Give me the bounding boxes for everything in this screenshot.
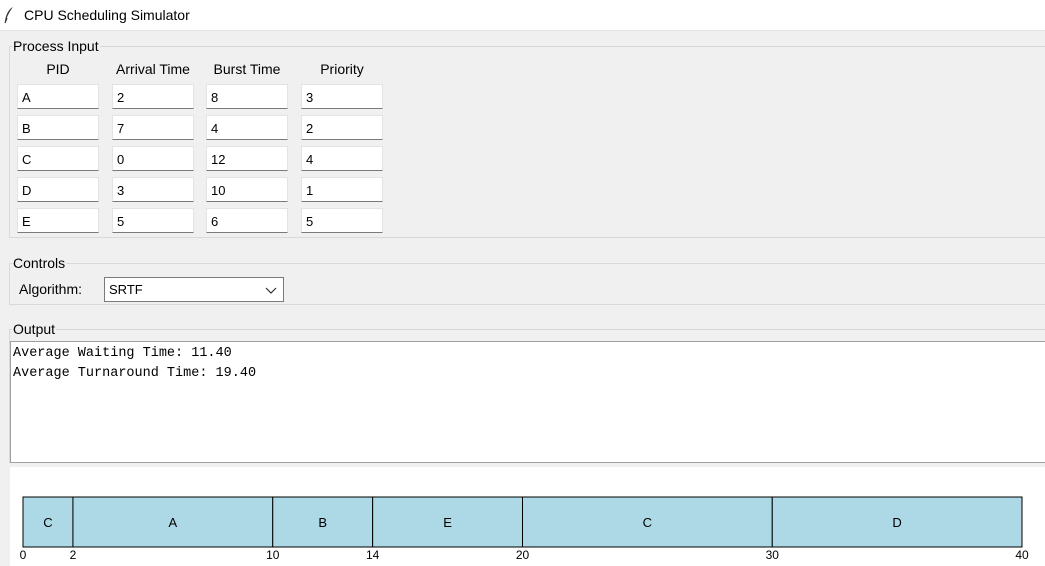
pid-field[interactable]: E [17, 208, 99, 233]
output-legend: Output [13, 321, 56, 337]
column-header-burst-time: Burst Time [213, 61, 281, 77]
gantt-chart: C A B E C D 0 2 10 14 20 30 40 [10, 467, 1045, 566]
arrival-time-field[interactable]: 5 [112, 208, 194, 233]
algorithm-label: Algorithm: [19, 281, 83, 297]
burst-time-field[interactable]: 10 [206, 177, 288, 202]
gantt-bar-label: C [643, 515, 652, 530]
gantt-bar-label: E [443, 515, 452, 530]
arrival-time-field[interactable]: 3 [112, 177, 194, 202]
gantt-tick-label: 0 [20, 548, 27, 562]
window-title: CPU Scheduling Simulator [24, 7, 190, 23]
column-header-priority: Priority [320, 61, 364, 77]
average-waiting-time-line: Average Waiting Time: 11.40 [13, 346, 232, 361]
pid-field[interactable]: D [17, 177, 99, 202]
gantt-tick-label: 10 [266, 548, 280, 562]
gantt-bar-label: D [892, 515, 901, 530]
title-bar: CPU Scheduling Simulator [0, 0, 1045, 31]
priority-field[interactable]: 4 [301, 146, 383, 171]
gantt-bar-label: A [169, 515, 178, 530]
priority-field[interactable]: 2 [301, 115, 383, 140]
gantt-chart-svg: C A B E C D 0 2 10 14 20 30 40 [20, 496, 1029, 562]
chevron-down-icon [265, 287, 277, 294]
process-input-legend: Process Input [13, 38, 99, 54]
algorithm-select[interactable]: SRTF [104, 277, 284, 302]
gantt-tick-label: 30 [766, 548, 780, 562]
gantt-tick-label: 14 [366, 548, 380, 562]
algorithm-value: SRTF [109, 282, 143, 297]
feather-icon [4, 7, 13, 24]
pid-field[interactable]: A [17, 84, 99, 109]
priority-field[interactable]: 5 [301, 208, 383, 233]
gantt-tick-label: 20 [516, 548, 530, 562]
priority-field[interactable]: 1 [301, 177, 383, 202]
pid-field[interactable]: B [17, 115, 99, 140]
arrival-time-field[interactable]: 2 [112, 84, 194, 109]
burst-time-field[interactable]: 8 [206, 84, 288, 109]
arrival-time-field[interactable]: 0 [112, 146, 194, 171]
gantt-tick-label: 2 [70, 548, 77, 562]
arrival-time-field[interactable]: 7 [112, 115, 194, 140]
controls-legend: Controls [13, 255, 66, 271]
gantt-tick-label: 40 [1015, 548, 1029, 562]
column-header-pid: PID [46, 61, 70, 77]
burst-time-field[interactable]: 4 [206, 115, 288, 140]
burst-time-field[interactable]: 6 [206, 208, 288, 233]
pid-field[interactable]: C [17, 146, 99, 171]
column-header-arrival-time: Arrival Time [116, 61, 190, 77]
gantt-bar-label: C [43, 515, 52, 530]
average-turnaround-time-line: Average Turnaround Time: 19.40 [13, 366, 257, 381]
priority-field[interactable]: 3 [301, 84, 383, 109]
burst-time-field[interactable]: 12 [206, 146, 288, 171]
output-textbox[interactable]: Average Waiting Time: 11.40 Average Turn… [10, 341, 1045, 463]
gantt-bar-label: B [318, 515, 327, 530]
